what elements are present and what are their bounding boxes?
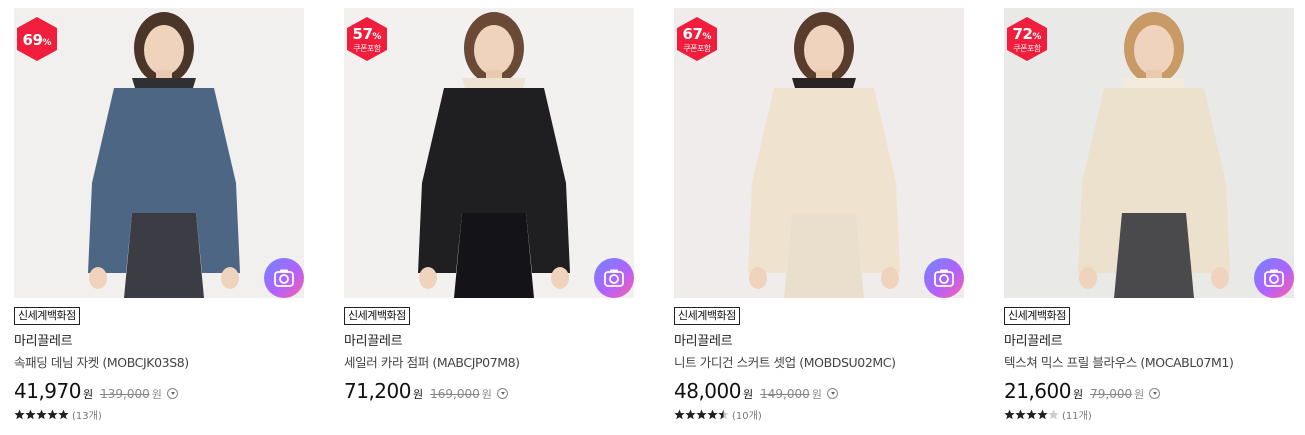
coupon-label: 쿠폰포함 [353,44,381,53]
rating-stars [1004,409,1059,420]
discount-number: 72 [1012,25,1033,43]
image-search-button[interactable] [264,258,304,298]
original-price: 139,000 [100,387,150,401]
sale-currency: 원 [412,388,424,401]
original-price: 79,000 [1090,387,1133,401]
product-name[interactable]: 세일러 카라 점퍼 (MABCJP07M8) [344,352,634,371]
image-search-button[interactable] [594,258,634,298]
original-price: 149,000 [760,387,810,401]
camera-icon [274,269,294,287]
price-row: 48,000 원 149,000 원 [674,379,964,403]
original-currency: 원 [811,388,822,401]
discount-number: 69 [22,31,43,49]
store-tag[interactable]: 신세계백화점 [1004,307,1070,325]
star-icon [685,409,696,419]
star-icon [1015,409,1026,419]
image-search-button[interactable] [924,258,964,298]
store-tag[interactable]: 신세계백화점 [674,307,740,325]
original-currency: 원 [1134,388,1145,401]
store-tag[interactable]: 신세계백화점 [14,307,80,325]
star-icon [1048,409,1059,419]
camera-icon [1264,269,1284,287]
product-image[interactable]: 67% 쿠폰포함 [674,8,964,298]
chevron-down-circle-icon[interactable] [826,388,838,399]
coupon-label: 쿠폰포함 [1013,44,1041,53]
price-row: 71,200 원 169,000 원 [344,379,634,403]
product-image[interactable]: 57% 쿠폰포함 [344,8,634,298]
rating-stars [674,409,729,420]
product-name[interactable]: 텍스쳐 믹스 프릴 블라우스 (MOCABL07M1) [1004,352,1294,371]
star-icon [718,409,729,419]
rating: (11개) [1004,407,1294,422]
sale-currency: 원 [1072,388,1084,401]
discount-percent: 57% [344,24,390,43]
product-card[interactable]: 69% 신세계백화점 마리끌레르 속패딩 데님 자켓 (MOBCJK03S8) … [14,8,304,428]
discount-number: 67 [682,25,703,43]
star-icon [696,409,707,419]
discount-badge: 67% 쿠폰포함 [674,16,720,62]
price-row: 21,600 원 79,000 원 [1004,379,1294,403]
discount-badge: 57% 쿠폰포함 [344,16,390,62]
chevron-down-circle-icon[interactable] [1149,388,1161,399]
store-tag[interactable]: 신세계백화점 [344,307,410,325]
sale-price: 21,600 [1004,379,1071,403]
star-icon [25,409,36,419]
brand-name[interactable]: 마리끌레르 [1004,330,1294,349]
product-grid: 69% 신세계백화점 마리끌레르 속패딩 데님 자켓 (MOBCJK03S8) … [0,0,1305,435]
discount-badge: 69% [14,16,60,62]
sale-price: 71,200 [344,379,411,403]
sale-price: 41,970 [14,379,81,403]
chevron-down-circle-icon[interactable] [166,388,178,399]
star-icon [1004,409,1015,419]
brand-name[interactable]: 마리끌레르 [674,330,964,349]
rating: (13개) [14,407,304,422]
discount-badge: 72% 쿠폰포함 [1004,16,1050,62]
original-currency: 원 [151,388,162,401]
discount-symbol: % [42,38,52,48]
discount-percent: 67% [674,24,720,43]
product-image[interactable]: 72% 쿠폰포함 [1004,8,1294,298]
rating-stars [14,409,69,420]
review-count: (11개) [1062,410,1092,422]
star-icon [707,409,718,419]
coupon-label: 쿠폰포함 [683,44,711,53]
star-icon [14,409,25,419]
brand-name[interactable]: 마리끌레르 [14,330,304,349]
chevron-down-circle-icon[interactable] [496,388,508,399]
star-icon [47,409,58,419]
rating [344,407,634,421]
product-name[interactable]: 속패딩 데님 자켓 (MOBCJK03S8) [14,352,304,371]
sale-currency: 원 [742,388,754,401]
camera-icon [934,269,954,287]
discount-symbol: % [702,32,712,42]
product-name[interactable]: 니트 가디건 스커트 셋업 (MOBDSU02MC) [674,352,964,371]
product-card[interactable]: 67% 쿠폰포함 신세계백화점 마리끌레르 니트 가디건 스커트 셋업 (MOB… [674,8,964,428]
rating: (10개) [674,407,964,422]
star-icon [36,409,47,419]
original-currency: 원 [481,388,492,401]
brand-name[interactable]: 마리끌레르 [344,330,634,349]
image-search-button[interactable] [1254,258,1294,298]
camera-icon [604,269,624,287]
star-icon [1026,409,1037,419]
star-icon [674,409,685,419]
product-image[interactable]: 69% [14,8,304,298]
sale-price: 48,000 [674,379,741,403]
star-icon [58,409,69,419]
product-card[interactable]: 57% 쿠폰포함 신세계백화점 마리끌레르 세일러 카라 점퍼 (MABCJP0… [344,8,634,428]
sale-currency: 원 [82,388,94,401]
review-count: (10개) [732,410,762,422]
discount-percent: 69% [14,30,60,49]
review-count: (13개) [72,410,102,422]
product-card[interactable]: 72% 쿠폰포함 신세계백화점 마리끌레르 텍스쳐 믹스 프릴 블라우스 (MO… [1004,8,1294,428]
star-icon [1037,409,1048,419]
discount-symbol: % [372,32,382,42]
discount-percent: 72% [1004,24,1050,43]
price-row: 41,970 원 139,000 원 [14,379,304,403]
original-price: 169,000 [430,387,480,401]
discount-symbol: % [1032,32,1042,42]
discount-number: 57 [352,25,373,43]
